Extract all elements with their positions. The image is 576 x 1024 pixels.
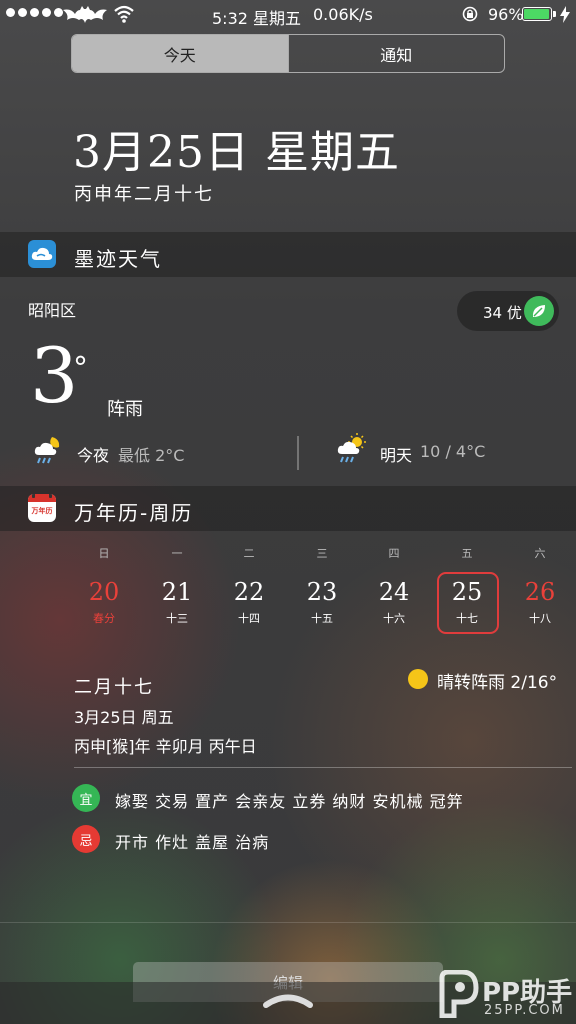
leaf-icon bbox=[524, 296, 554, 326]
today-notifications-segmented-control: 今天 通知 bbox=[71, 34, 505, 73]
status-bar: 5:32 星期五 0.06K/s 96% bbox=[0, 0, 576, 30]
tonight-label: 今夜 bbox=[77, 446, 110, 465]
tab-notifications[interactable]: 通知 bbox=[287, 35, 505, 72]
detail-lunar-date: 二月十七 bbox=[74, 677, 154, 698]
day-number: 22 bbox=[233, 578, 265, 606]
cloud-icon bbox=[31, 247, 53, 260]
weekday-tue: 二 bbox=[243, 547, 255, 560]
chevron-up-icon[interactable] bbox=[262, 992, 314, 1008]
day-lunar: 十七 bbox=[456, 612, 478, 625]
current-temperature: 3 bbox=[30, 331, 79, 420]
day-number: 24 bbox=[378, 578, 410, 606]
moon-rain-icon bbox=[34, 437, 60, 464]
perpetual-calendar-app-icon: 万年历 bbox=[28, 494, 56, 522]
day-lunar: 十四 bbox=[238, 612, 260, 625]
weekday-fri: 五 bbox=[461, 547, 473, 560]
moji-weather-app-icon bbox=[28, 240, 56, 268]
lunar-date: 丙申年二月十七 bbox=[74, 184, 214, 205]
day-number: 21 bbox=[161, 578, 193, 606]
calendar-app-icon-text: 万年历 bbox=[31, 507, 53, 515]
day-lunar: 十五 bbox=[311, 612, 333, 625]
day-lunar: 春分 bbox=[93, 612, 115, 625]
detail-ganzhi: 丙申[猴]年 辛卯月 丙午日 bbox=[74, 737, 257, 756]
weather-widget-header[interactable]: 墨迹天气 bbox=[0, 232, 576, 277]
charging-bolt-icon bbox=[560, 6, 570, 23]
forecast-divider bbox=[297, 436, 299, 470]
tomorrow-value: 10 / 4°C bbox=[420, 442, 486, 461]
day-number: 26 bbox=[524, 578, 556, 606]
batman-carrier-icon bbox=[63, 6, 107, 23]
wifi-icon bbox=[114, 5, 134, 23]
signal-strength-icon bbox=[6, 8, 63, 17]
calendar-widget-header[interactable]: 万年历 万年历-周历 bbox=[0, 486, 576, 531]
day-lunar: 十三 bbox=[166, 612, 188, 625]
day-number: 20 bbox=[88, 578, 120, 606]
day-lunar: 十八 bbox=[529, 612, 551, 625]
day-number: 23 bbox=[306, 578, 338, 606]
rotation-lock-icon bbox=[462, 6, 478, 22]
network-speed: 0.06K/s bbox=[313, 5, 373, 24]
divider bbox=[74, 767, 572, 768]
detail-weather: 晴转阵雨 2/16° bbox=[437, 673, 558, 693]
detail-solar-date: 3月25日 周五 bbox=[74, 708, 174, 727]
status-time: 5:32 星期五 bbox=[212, 9, 302, 28]
sun-icon bbox=[408, 669, 428, 689]
watermark-url: 25PP.COM bbox=[484, 1003, 565, 1018]
sun-rain-icon bbox=[337, 433, 366, 463]
air-quality-value: 34 优 bbox=[483, 304, 522, 322]
weather-location: 昭阳区 bbox=[28, 301, 77, 320]
weekday-wed: 三 bbox=[316, 547, 328, 560]
day-lunar: 十六 bbox=[383, 612, 405, 625]
auspicious-activities: 嫁娶 交易 置产 会亲友 立券 纳财 安机械 冠笄 bbox=[115, 792, 464, 811]
inauspicious-badge: 忌 bbox=[72, 825, 100, 853]
divider bbox=[0, 922, 576, 923]
tab-today[interactable]: 今天 bbox=[72, 35, 288, 72]
pp-assistant-logo bbox=[439, 970, 479, 1018]
battery-nub bbox=[553, 11, 556, 17]
calendar-widget-title: 万年历-周历 bbox=[74, 501, 194, 525]
date-title: 3月25日 星期五 bbox=[73, 127, 400, 178]
tomorrow-label: 明天 bbox=[380, 446, 413, 465]
weather-condition: 阵雨 bbox=[107, 399, 143, 420]
weekday-sun: 日 bbox=[98, 547, 110, 560]
tonight-value: 最低 2°C bbox=[118, 446, 185, 465]
weekday-thu: 四 bbox=[388, 547, 400, 560]
day-number: 25 bbox=[451, 578, 483, 606]
weekday-mon: 一 bbox=[171, 547, 183, 560]
weekday-sat: 六 bbox=[534, 547, 546, 560]
auspicious-badge: 宜 bbox=[72, 784, 100, 812]
battery-percent: 96% bbox=[488, 5, 524, 24]
battery-icon bbox=[522, 7, 552, 21]
weather-widget-title: 墨迹天气 bbox=[74, 247, 162, 271]
degree-symbol: ° bbox=[73, 351, 88, 386]
inauspicious-activities: 开市 作灶 盖屋 治病 bbox=[115, 833, 270, 852]
air-quality-pill[interactable]: 34 优 bbox=[457, 291, 559, 331]
